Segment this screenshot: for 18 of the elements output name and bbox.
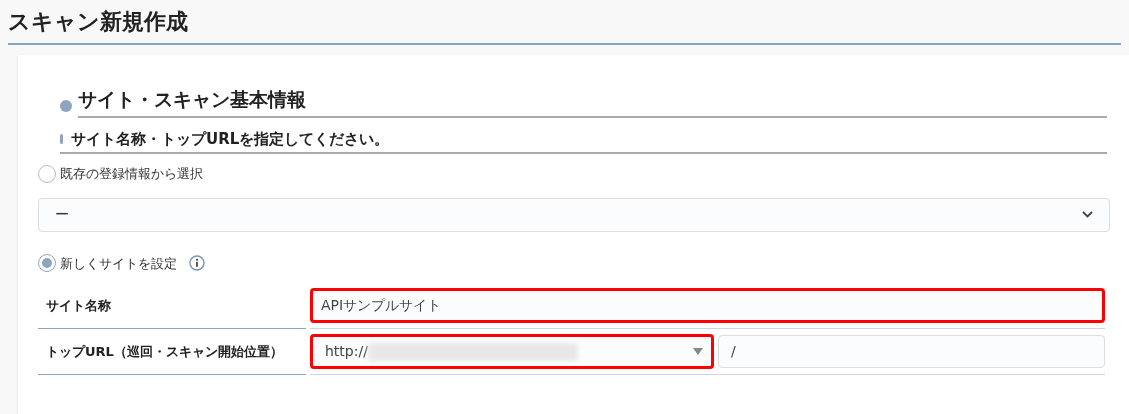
section-title: サイト・スキャン基本情報 [78, 85, 1107, 118]
section-subtitle: サイト名称・トップURLを指定してください。 [71, 128, 390, 150]
radio-label: 新しくサイトを設定 [60, 254, 177, 273]
scheme-select[interactable]: http:// [310, 334, 714, 369]
field-label: サイト名称 [46, 296, 111, 315]
bullet-icon [60, 99, 72, 112]
bar-icon [60, 133, 63, 144]
site-select[interactable]: ー [38, 197, 1110, 232]
radio-button[interactable] [38, 254, 56, 273]
field-label: トップURL（巡回・スキャン開始位置） [46, 342, 283, 361]
path-field[interactable]: / [718, 335, 1105, 368]
text-field[interactable]: APIサンプルサイト [310, 288, 1105, 323]
page-title: スキャン新規作成 [8, 8, 188, 36]
radio-button[interactable] [38, 164, 56, 183]
radio-label: 既存の登録情報から選択 [60, 165, 203, 183]
info-icon[interactable] [189, 255, 205, 272]
caret-icon [693, 348, 703, 355]
chevron-down-icon [1082, 211, 1093, 218]
